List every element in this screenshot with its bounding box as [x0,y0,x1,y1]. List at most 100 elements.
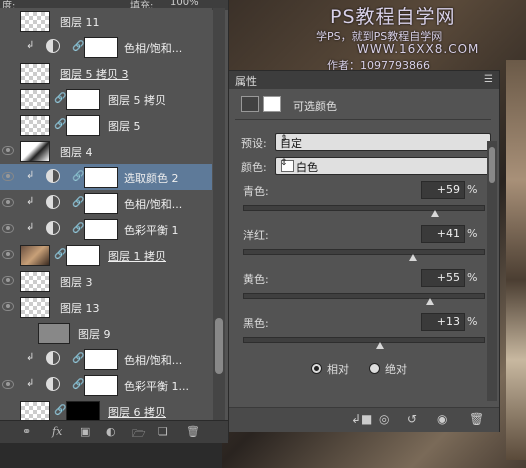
layer-thumb[interactable] [20,11,50,32]
visibility-eye-icon[interactable] [2,354,14,363]
layer-name[interactable]: 图层 13 [60,300,100,316]
layer-name[interactable]: 色彩平衡 1... [124,378,189,394]
visibility-eye-icon[interactable] [2,380,14,389]
layer-name[interactable]: 图层 1 拷贝 [108,248,166,264]
adjustment-icon[interactable]: ◐ [106,425,116,438]
adjustment-layer-icon[interactable] [241,96,259,112]
chain-link-icon[interactable]: 🔗 [54,93,66,104]
visibility-eye-icon[interactable] [2,328,14,337]
layer-mask-thumb[interactable] [66,401,100,422]
layer-row[interactable]: 图层 5 拷贝 3 [0,60,212,87]
layer-thumb[interactable] [38,323,70,344]
layer-mask-icon[interactable] [263,96,281,112]
slider-knob[interactable] [430,210,439,217]
layer-name[interactable]: 色相/饱和... [124,40,182,56]
relative-radio[interactable] [311,363,322,374]
visibility-eye-icon[interactable] [2,68,14,77]
layer-name[interactable]: 图层 5 拷贝 3 [60,66,129,82]
chain-link-icon[interactable]: 🔗 [72,379,84,390]
layer-name[interactable]: 图层 6 拷贝 [108,404,166,420]
layer-row[interactable]: ↲ 🔗 色相/饱和... [0,346,212,373]
layer-name[interactable]: 色彩平衡 1 [124,222,179,238]
layer-name[interactable]: 图层 5 [108,118,141,134]
slider-knob[interactable] [409,254,418,261]
chain-link-icon[interactable]: 🔗 [72,353,84,364]
chain-link-icon[interactable]: 🔗 [72,223,84,234]
layer-row[interactable]: 图层 4 [0,138,212,165]
layers-scrollbar[interactable] [213,8,225,420]
trash-icon[interactable]: 🗑 [186,425,200,438]
layer-row[interactable]: 🔗 图层 1 拷贝 [0,242,212,269]
layer-name[interactable]: 选取颜色 2 [124,170,179,186]
colors-select[interactable]: 白色 ⇕ [275,157,491,175]
layer-mask-thumb[interactable] [84,375,118,396]
layer-row[interactable]: 图层 3 [0,268,212,295]
slider-track[interactable] [243,293,485,305]
layer-name[interactable]: 图层 5 拷贝 [108,92,166,108]
slider-track[interactable] [243,337,485,349]
layer-row[interactable]: ↲ 🔗 色彩平衡 1... [0,372,212,399]
layer-thumb[interactable] [20,89,50,110]
properties-scroll-thumb[interactable] [489,147,495,183]
new-layer-icon[interactable]: ❏ [158,425,168,438]
mask-icon[interactable]: ▣ [80,425,90,438]
visibility-eye-icon[interactable] [2,250,14,259]
properties-scrollbar[interactable] [487,141,497,401]
folder-icon[interactable]: 🗁 [132,425,146,444]
absolute-radio[interactable] [369,363,380,374]
layer-row[interactable]: 图层 11 [0,8,212,35]
layer-thumb[interactable] [20,297,50,318]
layer-row[interactable]: ↲ 🔗 色相/饱和... [0,34,212,61]
layer-row[interactable]: 图层 9 [0,320,212,347]
slider-value-input[interactable]: +59 [421,181,465,199]
layer-mask-thumb[interactable] [84,219,118,240]
trash-icon[interactable]: 🗑 [469,412,484,426]
chain-link-icon[interactable]: 🔗 [54,405,66,416]
preset-select[interactable]: 自定 ⇕ [275,133,491,151]
visibility-eye-icon[interactable] [2,302,14,311]
slider-value-input[interactable]: +41 [421,225,465,243]
visibility-eye-icon[interactable] [2,120,14,129]
layers-scroll-thumb[interactable] [215,318,223,374]
visibility-eye-icon[interactable] [2,146,14,155]
layer-thumb[interactable] [20,115,50,136]
layer-row[interactable]: 🔗 图层 5 拷贝 [0,86,212,113]
chain-link-icon[interactable]: 🔗 [54,249,66,260]
layer-row[interactable]: ↲ 🔗 色彩平衡 1 [0,216,212,243]
visibility-eye-icon[interactable] [2,276,14,285]
layer-row[interactable]: 图层 13 [0,294,212,321]
layer-row[interactable]: ↲ 🔗 色相/饱和... [0,190,212,217]
layer-mask-thumb[interactable] [84,349,118,370]
slider-knob[interactable] [426,298,434,305]
slider-value-input[interactable]: +13 [421,313,465,331]
view-previous-icon[interactable]: ◎ [379,412,389,426]
layer-mask-thumb[interactable] [66,89,100,110]
layer-name[interactable]: 图层 4 [60,144,93,160]
visibility-eye-icon[interactable] [2,16,14,25]
visibility-eye-icon[interactable]: ◉ [437,412,447,426]
layer-name[interactable]: 色相/饱和... [124,196,182,212]
layer-thumb[interactable] [20,141,50,162]
layer-mask-thumb[interactable] [66,245,100,266]
visibility-eye-icon[interactable] [2,42,14,51]
visibility-eye-icon[interactable] [2,172,14,181]
panel-menu-icon[interactable]: ☰ [484,74,493,85]
layer-thumb[interactable] [20,401,50,422]
layer-mask-thumb[interactable] [84,193,118,214]
layer-row[interactable]: 🔗 图层 5 [0,112,212,139]
slider-knob[interactable] [375,342,384,349]
reset-icon[interactable]: ↺ [407,412,417,426]
chain-link-icon[interactable]: 🔗 [72,41,84,52]
layer-name[interactable]: 图层 11 [60,14,100,30]
chain-link-icon[interactable]: 🔗 [54,119,66,130]
properties-tab[interactable]: 属性 [235,73,257,89]
link-icon[interactable]: ⚭ [22,425,31,438]
slider-track[interactable] [243,249,485,261]
layer-mask-thumb[interactable] [66,115,100,136]
visibility-eye-icon[interactable] [2,406,14,415]
layer-mask-thumb[interactable] [84,37,118,58]
chain-link-icon[interactable]: 🔗 [72,171,84,182]
chain-link-icon[interactable]: 🔗 [72,197,84,208]
layer-thumb[interactable] [20,271,50,292]
layer-name[interactable]: 色相/饱和... [124,352,182,368]
